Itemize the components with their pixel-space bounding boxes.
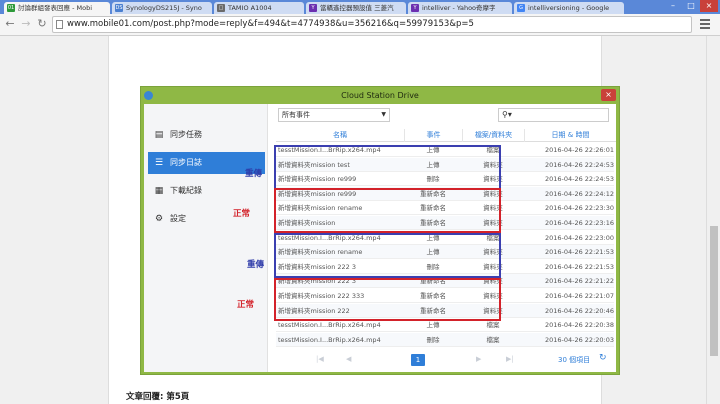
annotation-box-blue bbox=[274, 233, 501, 278]
page-scrollbar[interactable] bbox=[706, 36, 720, 404]
forward-arrow-icon[interactable]: → bbox=[19, 17, 33, 31]
task-icon: ▤ bbox=[154, 130, 164, 140]
pagination: |◀ ◀ 1 ▶ ▶| 30 個項目 ↻ bbox=[276, 350, 614, 372]
browser-toolbar: ← → ↻ www.mobile01.com/post.php?mode=rep… bbox=[0, 14, 720, 36]
item-count: 30 個項目 bbox=[558, 356, 591, 364]
cell-type: 檔案 bbox=[486, 335, 500, 344]
scrollbar-thumb[interactable] bbox=[710, 226, 718, 356]
column-header-name[interactable]: 名稱 bbox=[276, 129, 404, 142]
table-row[interactable]: tesstMission.I...BrRip.x264.mp4 刪除 檔案 2016-… bbox=[276, 332, 614, 347]
next-page-button[interactable]: ▶ bbox=[476, 355, 481, 363]
sidebar-item-label: 同步日誌 bbox=[170, 158, 202, 167]
sidebar-item-sync-tasks[interactable]: ▤ 同步任務 bbox=[148, 124, 265, 146]
sidebar-item-label: 設定 bbox=[170, 214, 186, 223]
tab-label: 當轎遙控器預設值 三菱汽 bbox=[320, 4, 394, 12]
current-page-button[interactable]: 1 bbox=[411, 354, 425, 366]
reply-page-title: 文章回覆: 第5頁 bbox=[126, 392, 190, 402]
prev-page-button[interactable]: ◀ bbox=[346, 355, 351, 363]
browser-tab-yahoo-remote[interactable]: Y 當轎遙控器預設值 三菱汽 bbox=[306, 2, 406, 14]
download-log-icon: ▦ bbox=[154, 186, 164, 196]
address-bar[interactable]: www.mobile01.com/post.php?mode=reply&f=4… bbox=[52, 16, 692, 33]
page-icon bbox=[56, 20, 63, 29]
back-arrow-icon[interactable]: ← bbox=[3, 17, 17, 31]
log-icon: ☰ bbox=[154, 158, 164, 168]
browser-tab-google[interactable]: G intelliversioning - Google bbox=[514, 2, 624, 14]
browser-tab-tamio[interactable]: □ TAMIO A1004 bbox=[214, 2, 304, 14]
mobile01-favicon-icon: 01 bbox=[7, 4, 15, 12]
tab-label: 討論群組發表回應 - Mobi bbox=[18, 4, 92, 12]
chrome-menu-icon[interactable] bbox=[700, 19, 710, 29]
annotation-label: 正常 bbox=[237, 300, 255, 310]
tab-label: TAMIO A1004 bbox=[228, 4, 272, 12]
cell-time: 2016-04-26 22:21:07 bbox=[544, 292, 614, 300]
close-window-button[interactable]: × bbox=[700, 0, 718, 12]
browser-tab-mobile01[interactable]: 01 討論群組發表回應 - Mobi bbox=[4, 2, 110, 14]
cell-time: 2016-04-26 22:23:00 bbox=[544, 233, 614, 242]
annotation-label: 重傳 bbox=[247, 260, 265, 270]
cell-time: 2016-04-26 22:20:03 bbox=[544, 335, 614, 344]
cell-time: 2016-04-26 22:24:12 bbox=[544, 189, 614, 198]
column-header-type[interactable]: 檔案/資料夾 bbox=[462, 129, 524, 142]
annotation-label: 重傳 bbox=[245, 169, 263, 179]
search-input[interactable]: ⚲▾ bbox=[498, 108, 609, 122]
close-button[interactable]: × bbox=[601, 89, 616, 101]
sidebar-item-label: 下載紀錄 bbox=[170, 186, 202, 195]
browser-tab-yahoo-intelliver[interactable]: Y intelliver - Yahoo奇摩字 bbox=[408, 2, 512, 14]
browser-tab-strip: 01 討論群組發表回應 - Mobi DS SynologyDS215J - S… bbox=[0, 0, 720, 14]
tab-label: intelliversioning - Google bbox=[528, 4, 610, 12]
filter-value: 所有事件 bbox=[282, 111, 310, 119]
yahoo-favicon-icon: Y bbox=[411, 4, 419, 12]
minimize-button[interactable]: – bbox=[664, 0, 682, 12]
cell-time: 2016-04-26 22:20:38 bbox=[544, 321, 614, 330]
cell-time: 2016-04-26 22:24:53 bbox=[544, 175, 614, 184]
refresh-icon[interactable]: ↻ bbox=[599, 353, 607, 363]
annotation-box-blue bbox=[274, 145, 501, 190]
cell-time: 2016-04-26 22:20:46 bbox=[544, 306, 614, 315]
synology-favicon-icon: DS bbox=[115, 4, 123, 12]
first-page-button[interactable]: |◀ bbox=[316, 355, 324, 363]
gear-icon: ⚙ bbox=[154, 214, 164, 224]
event-filter-select[interactable]: 所有事件 ▼ bbox=[278, 108, 390, 122]
cell-time: 2016-04-26 22:24:53 bbox=[544, 160, 614, 169]
annotation-box-red bbox=[274, 188, 501, 233]
cell-time: 2016-04-26 22:21:53 bbox=[544, 248, 614, 257]
tab-label: intelliver - Yahoo奇摩字 bbox=[422, 4, 496, 12]
cell-time: 2016-04-26 22:21:22 bbox=[544, 277, 614, 286]
chevron-down-icon: ▼ bbox=[381, 111, 386, 118]
cell-event: 刪除 bbox=[426, 335, 440, 344]
maximize-button[interactable]: □ bbox=[682, 0, 700, 12]
annotation-label: 正常 bbox=[233, 209, 251, 219]
search-icon: ⚲▾ bbox=[502, 110, 512, 119]
column-header-time[interactable]: 日期 & 時間 bbox=[524, 129, 616, 142]
browser-tab-synology[interactable]: DS SynologyDS215J - Syno bbox=[112, 2, 212, 14]
annotation-box-red bbox=[274, 278, 501, 321]
page-favicon-icon: □ bbox=[217, 4, 225, 12]
cell-time: 2016-04-26 22:23:16 bbox=[544, 219, 614, 227]
google-favicon-icon: G bbox=[517, 4, 525, 12]
sidebar: ▤ 同步任務 ☰ 同步日誌 ▦ 下載紀錄 ⚙ 設定 bbox=[144, 104, 268, 372]
cell-time: 2016-04-26 22:26:01 bbox=[544, 146, 614, 154]
url-text: www.mobile01.com/post.php?mode=reply&f=4… bbox=[67, 19, 474, 29]
cell-time: 2016-04-26 22:21:53 bbox=[544, 262, 614, 271]
reload-icon[interactable]: ↻ bbox=[35, 17, 49, 31]
cell-time: 2016-04-26 22:23:30 bbox=[544, 204, 614, 213]
cell-name: tesstMission.I...BrRip.x264.mp4 bbox=[278, 335, 381, 344]
yahoo-favicon-icon: Y bbox=[309, 4, 317, 12]
tab-label: SynologyDS215J - Syno bbox=[126, 4, 202, 12]
window-title: Cloud Station Drive bbox=[341, 91, 419, 100]
last-page-button[interactable]: ▶| bbox=[506, 355, 514, 363]
sidebar-item-label: 同步任務 bbox=[170, 130, 202, 139]
table-header: 名稱 事件 檔案/資料夾 日期 & 時間 bbox=[276, 129, 616, 142]
column-header-event[interactable]: 事件 bbox=[404, 129, 462, 142]
sidebar-item-download-log[interactable]: ▦ 下載紀錄 bbox=[148, 180, 265, 202]
